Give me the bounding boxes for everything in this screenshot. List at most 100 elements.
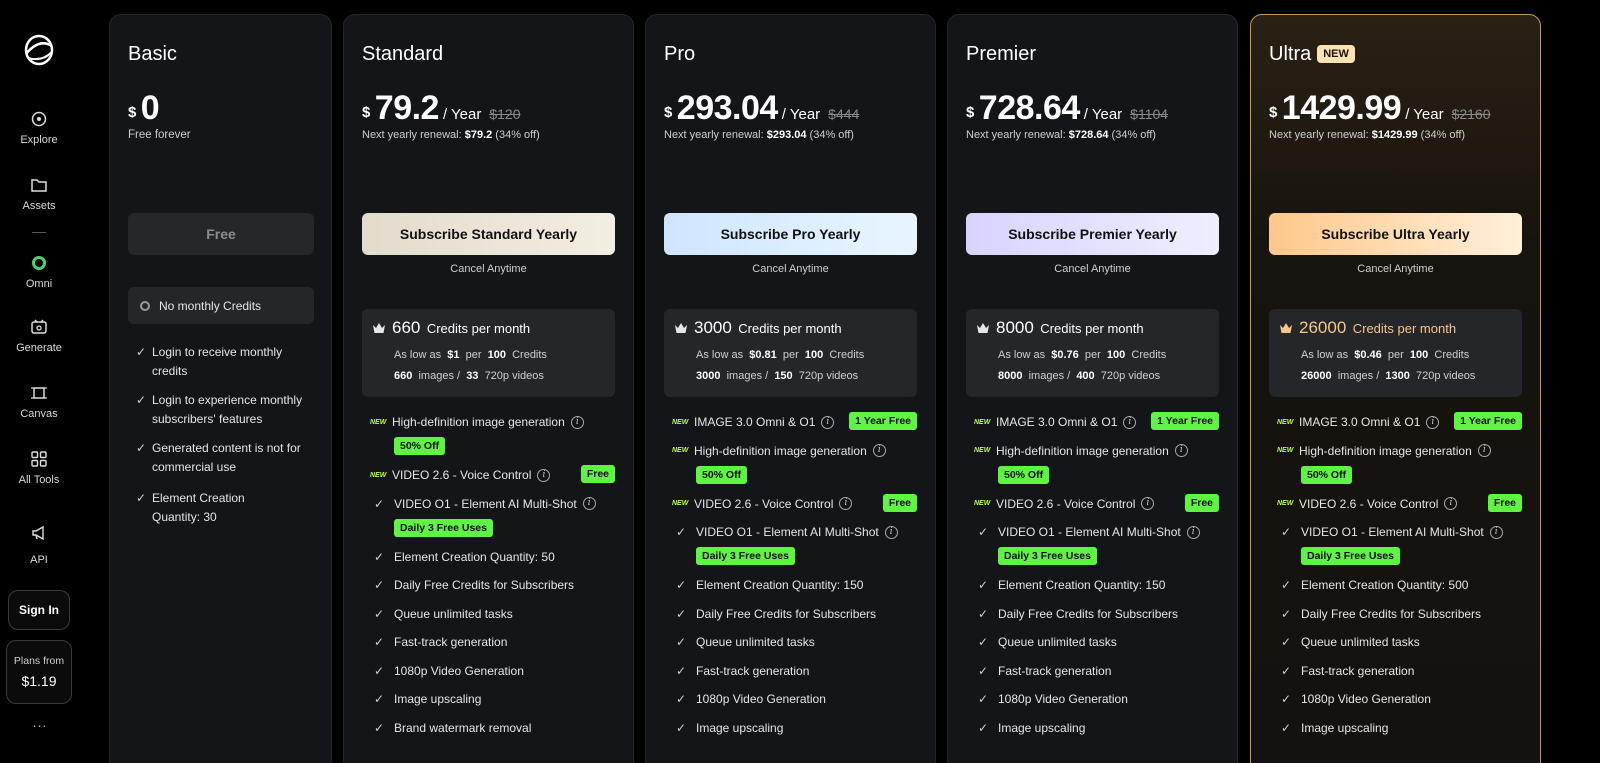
feature-item: ✓ Element Creation Quantity: 150 (676, 578, 863, 592)
feature-text: Generated content is not for commercial … (152, 441, 301, 474)
feature-item: ✓ Image upscaling (676, 721, 783, 735)
info-icon[interactable]: i (1477, 444, 1491, 457)
check-icon: ✓ (676, 578, 687, 592)
as-low-as-label: As low as (394, 349, 442, 361)
subscribe-pro-button[interactable]: Subscribe Pro Yearly (664, 213, 917, 255)
check-icon: ✓ (374, 720, 385, 735)
feature-text: High-definition image generation (694, 443, 867, 458)
feature-tag: 1 Year Free (849, 412, 917, 430)
videos-count: 150 (774, 370, 793, 382)
subscribe-premier-button[interactable]: Subscribe Premier Yearly (966, 213, 1219, 255)
feature-text: VIDEO O1 - Element AI Multi-Shot (696, 525, 879, 539)
usage-line: 26000 images / 1300 720p videos (1301, 370, 1475, 382)
info-icon[interactable]: i (1489, 525, 1503, 539)
feature-item: NEW High-definition image generation i (974, 444, 1188, 458)
feature-text: Image upscaling (696, 720, 784, 735)
unit-price: $1 (447, 349, 460, 361)
info-icon[interactable]: i (1174, 444, 1188, 457)
feature-item: ✓ 1080p Video Generation (978, 692, 1128, 706)
videos-count: 400 (1076, 370, 1095, 382)
check-icon: ✓ (1281, 635, 1292, 649)
sidebar-item-all-tools[interactable]: All Tools (0, 450, 78, 486)
unit-price: $0.81 (749, 349, 777, 361)
info-icon[interactable]: i (1426, 415, 1440, 429)
free-button[interactable]: Free (128, 213, 314, 255)
canvas-icon (31, 387, 47, 399)
sidebar-item-explore[interactable]: Explore (0, 110, 78, 146)
renewal-suffix: (34% off) (1417, 129, 1466, 141)
feature-tag: 50% Off (394, 437, 446, 455)
info-icon[interactable]: i (582, 497, 596, 510)
feature-item: NEW High-definition image generation i (672, 444, 886, 458)
usage-line: 8000 images / 400 720p videos (998, 370, 1160, 382)
unit-price: $0.76 (1051, 349, 1079, 361)
sidebar-item-api[interactable]: API (0, 524, 78, 566)
more-icon[interactable]: ... (30, 714, 50, 730)
feature-text: VIDEO O1 - Element AI Multi-Shot (394, 496, 577, 511)
credits-amount: 3000 (694, 318, 732, 337)
renewal-prefix: Next yearly renewal: (966, 129, 1069, 141)
credits-amount: 8000 (996, 318, 1034, 337)
sidebar: Explore Assets Omni Generate Canvas All … (0, 0, 78, 763)
info-icon[interactable]: i (570, 415, 584, 429)
feature-text: Element Creation Quantity: 500 (1301, 578, 1469, 592)
info-icon[interactable]: i (839, 497, 853, 510)
feature-text: Queue unlimited tasks (696, 635, 815, 649)
feature-item: ✓ Login to experience monthly subscribers… (136, 391, 316, 429)
as-low-as-label: As low as (696, 349, 744, 361)
feature-item: ✓ VIDEO O1 - Element AI Multi-Shot i (1281, 525, 1503, 539)
check-icon: ✓ (1281, 578, 1292, 592)
subscribe-standard-button[interactable]: Subscribe Standard Yearly (362, 213, 615, 255)
check-icon: ✓ (676, 606, 687, 621)
app-logo-icon[interactable] (22, 32, 56, 68)
credits-box: 8000 Credits per month As low as $0.76 pe… (966, 309, 1219, 397)
plans-from-button[interactable]: Plans from $1.19 (6, 640, 72, 704)
feature-item: NEW VIDEO 2.6 - Voice Control i (672, 496, 853, 511)
sidebar-item-omni[interactable]: Omni (0, 254, 78, 290)
feature-item: ✓ Image upscaling (374, 692, 481, 706)
feature-text: 1080p Video Generation (1301, 692, 1431, 706)
price-row: $ 0 (128, 89, 160, 128)
info-icon[interactable]: i (537, 468, 551, 482)
feature-item: ✓ Daily Free Credits for Subscribers (1281, 607, 1481, 621)
info-icon[interactable]: i (1123, 415, 1137, 429)
sidebar-item-canvas[interactable]: Canvas (0, 384, 78, 420)
check-icon: ✓ (978, 525, 989, 539)
subscribe-ultra-button[interactable]: Subscribe Ultra Yearly (1269, 213, 1522, 255)
feature-text: VIDEO 2.6 - Voice Control (694, 496, 834, 511)
feature-text: VIDEO 2.6 - Voice Control (392, 468, 532, 482)
new-tag: NEW (974, 447, 991, 454)
check-icon: ✓ (1281, 606, 1292, 621)
sidebar-item-assets[interactable]: Assets (0, 176, 78, 212)
renewal-amount: $79.2 (464, 129, 493, 141)
info-icon[interactable]: i (1444, 497, 1458, 510)
credits-word: Credits (829, 349, 865, 361)
circle-icon (140, 300, 150, 311)
info-icon[interactable]: i (884, 525, 898, 539)
credits-label: Credits per month (738, 321, 842, 336)
info-icon[interactable]: i (1141, 497, 1155, 510)
info-icon[interactable]: i (821, 415, 835, 429)
feature-text: Daily Free Credits for Subscribers (1301, 606, 1482, 621)
credits-word: Credits (1131, 349, 1167, 361)
renewal-suffix: (34% off) (1108, 129, 1156, 141)
check-icon: ✓ (136, 393, 147, 407)
sidebar-item-label: Canvas (20, 408, 58, 420)
sidebar-item-generate[interactable]: Generate (0, 318, 78, 354)
info-icon[interactable]: i (1186, 525, 1200, 539)
info-icon[interactable]: i (872, 444, 886, 457)
plan-name-text: Standard (362, 43, 444, 65)
images-count: 660 (394, 370, 413, 382)
plan-name: Basic (128, 43, 177, 65)
crown-icon (977, 323, 989, 333)
feature-text: Login to experience monthly subscribers'… (152, 393, 303, 426)
sidebar-item-label: API (30, 554, 48, 566)
original-price: $444 (828, 106, 860, 122)
sign-in-button[interactable]: Sign In (8, 590, 70, 630)
cancel-anytime-label: Cancel Anytime (1357, 263, 1434, 275)
feature-item: ✓ Fast-track generation (1281, 664, 1414, 678)
check-icon: ✓ (676, 720, 687, 735)
per-count: 100 (1409, 349, 1429, 361)
price-row: $ 79.2/ Year $120 (362, 89, 521, 128)
check-icon: ✓ (1281, 692, 1292, 706)
